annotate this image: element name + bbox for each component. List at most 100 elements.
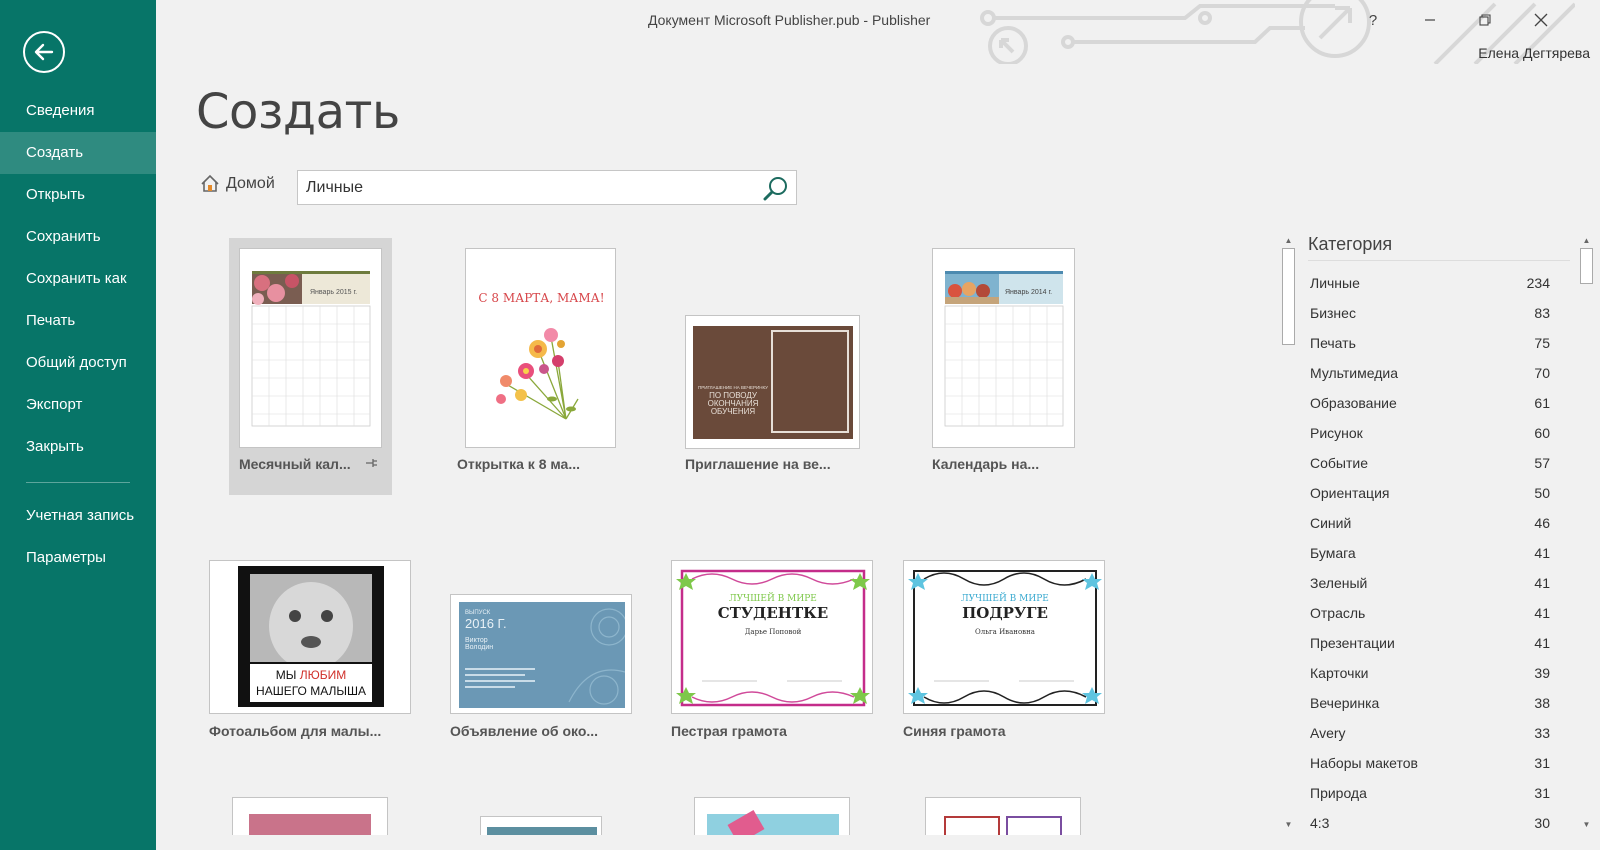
category-name: Рисунок [1310, 425, 1363, 441]
template-graduation-announcement[interactable]: ВЫПУСК 2016 Г. Виктор Володин Объявление… [450, 560, 635, 750]
user-name[interactable]: Елена Дегтярева [1478, 45, 1590, 61]
category-item[interactable]: Наборы макетов 31 [1310, 748, 1550, 778]
category-count: 234 [1526, 275, 1550, 291]
back-button[interactable] [23, 31, 65, 73]
category-count: 41 [1534, 605, 1550, 621]
category-item[interactable]: Вечеринка 38 [1310, 688, 1550, 718]
nav-account[interactable]: Учетная запись [0, 495, 156, 537]
template-partial-3[interactable] [694, 797, 850, 835]
album-text-b: ЛЮБИМ [299, 668, 347, 682]
category-item[interactable]: Природа 31 [1310, 778, 1550, 808]
nav-info[interactable]: Сведения [0, 90, 156, 132]
pin-icon[interactable] [365, 457, 378, 471]
scroll-down-arrow-icon[interactable]: ▼ [1280, 816, 1297, 832]
template-label: Объявление об око... [450, 723, 599, 739]
scroll-up-arrow-icon[interactable]: ▲ [1578, 232, 1595, 248]
template-monthly-calendar[interactable]: Январь 2015 г. Месячный кал... [229, 238, 392, 495]
help-button[interactable]: ? [1353, 6, 1393, 34]
certificate-border-graphic [676, 569, 870, 707]
category-count: 70 [1534, 365, 1550, 381]
nav-share[interactable]: Общий доступ [0, 342, 156, 384]
category-item[interactable]: Avery 33 [1310, 718, 1550, 748]
category-name: Природа [1310, 785, 1367, 801]
template-thumbnail: ЛУЧШЕЙ В МИРЕ СТУДЕНТКЕ Дарье Поповой [671, 560, 873, 714]
nav-save[interactable]: Сохранить [0, 216, 156, 258]
template-graduation-invitation[interactable]: ПРИГЛАШЕНИЕ НА ВЕЧЕРИНКУ ПО ПОВОДУ ОКОНЧ… [675, 238, 860, 495]
category-item[interactable]: Событие 57 [1310, 448, 1550, 478]
scroll-down-arrow-icon[interactable]: ▼ [1578, 816, 1595, 832]
home-link[interactable]: Домой [200, 174, 275, 193]
category-item[interactable]: Бизнес 83 [1310, 298, 1550, 328]
category-scroll-thumb[interactable] [1580, 248, 1593, 284]
category-item[interactable]: Мультимедиа 70 [1310, 358, 1550, 388]
backstage-sidebar: Сведения Создать Открыть Сохранить Сохра… [0, 0, 156, 850]
template-calendar-2014[interactable]: Январь 2014 г. Календарь на... [922, 238, 1085, 495]
template-blue-certificate[interactable]: ЛУЧШЕЙ В МИРЕ ПОДРУГЕ Ольга Ивановна Син… [903, 560, 1108, 750]
category-scrollbar[interactable]: ▲ ▼ [1578, 232, 1595, 832]
category-divider [1308, 260, 1570, 261]
template-thumbnail: С 8 МАРТА, МАМА! [465, 248, 616, 448]
nav-options[interactable]: Параметры [0, 537, 156, 579]
gallery-scrollbar[interactable]: ▲ ▼ [1280, 232, 1297, 832]
gallery-scroll-thumb[interactable] [1282, 248, 1295, 345]
template-label: Календарь на... [932, 456, 1040, 472]
nav-new[interactable]: Создать [0, 132, 156, 174]
category-name: Avery [1310, 725, 1346, 741]
category-item[interactable]: Личные 234 [1310, 268, 1550, 298]
category-item[interactable]: Презентации 41 [1310, 628, 1550, 658]
category-item[interactable]: Отрасль 41 [1310, 598, 1550, 628]
category-item[interactable]: Бумага 41 [1310, 538, 1550, 568]
invitation-line: ОБУЧЕНИЯ [710, 407, 756, 416]
category-count: 60 [1534, 425, 1550, 441]
template-partial-4[interactable] [925, 797, 1081, 835]
nav-print[interactable]: Печать [0, 300, 156, 342]
close-window-button[interactable] [1521, 6, 1561, 34]
album-text-a: МЫ [275, 668, 300, 682]
category-list: Личные 234 Бизнес 83 Печать 75 Мультимедиа 7… [1310, 268, 1550, 835]
template-partial-1[interactable] [232, 797, 388, 835]
category-item[interactable]: Печать 75 [1310, 328, 1550, 358]
category-item[interactable]: 4:3 30 [1310, 808, 1550, 835]
template-motley-certificate[interactable]: ЛУЧШЕЙ В МИРЕ СТУДЕНТКЕ Дарье Поповой Пе… [671, 560, 876, 750]
scroll-up-arrow-icon[interactable]: ▲ [1280, 232, 1297, 248]
page-title: Создать [196, 84, 400, 140]
template-thumbnail [925, 797, 1081, 835]
title-bar: Документ Microsoft Publisher.pub - Publi… [156, 0, 1600, 64]
template-partial-2[interactable] [480, 816, 602, 835]
category-item[interactable]: Ориентация 50 [1310, 478, 1550, 508]
nav-close[interactable]: Закрыть [0, 426, 156, 468]
nav-save-as[interactable]: Сохранить как [0, 258, 156, 300]
restore-button[interactable] [1465, 6, 1505, 34]
category-count: 39 [1534, 665, 1550, 681]
category-title: Категория [1308, 234, 1393, 254]
category-panel: Категория Личные 234 Бизнес 83 Печать 75 Му… [1300, 230, 1580, 835]
template-label: Приглашение на ве... [685, 456, 831, 472]
category-item[interactable]: Рисунок 60 [1310, 418, 1550, 448]
template-thumbnail: Январь 2014 г. [932, 248, 1075, 448]
template-baby-photo-album[interactable]: МЫ ЛЮБИМ НАШЕГО МАЛЫША Фотоальбом для ма… [209, 560, 414, 750]
nav-open[interactable]: Открыть [0, 174, 156, 216]
template-thumbnail [480, 816, 602, 835]
search-button[interactable] [760, 173, 792, 203]
category-name: Ориентация [1310, 485, 1390, 501]
category-item[interactable]: Образование 61 [1310, 388, 1550, 418]
minimize-button[interactable] [1410, 6, 1450, 34]
category-name: Мультимедиа [1310, 365, 1398, 381]
nav-export[interactable]: Экспорт [0, 384, 156, 426]
template-thumbnail: ПРИГЛАШЕНИЕ НА ВЕЧЕРИНКУ ПО ПОВОДУ ОКОНЧ… [685, 315, 860, 449]
calendar-thumb-graphic [251, 271, 371, 427]
certificate-line1: ЛУЧШЕЙ В МИРЕ [729, 594, 817, 604]
search-input[interactable] [298, 171, 753, 204]
baby-face-icon [250, 574, 372, 662]
category-count: 41 [1534, 635, 1550, 651]
home-icon [201, 174, 219, 192]
category-item[interactable]: Карточки 39 [1310, 658, 1550, 688]
template-label: Открытка к 8 ма... [457, 456, 580, 472]
category-name: Бизнес [1310, 305, 1356, 321]
category-item[interactable]: Зеленый 41 [1310, 568, 1550, 598]
template-march-8-card[interactable]: С 8 МАРТА, МАМА! Открытка к 8 ма... [457, 238, 620, 495]
nav-divider [26, 482, 130, 483]
category-name: Печать [1310, 335, 1356, 351]
category-item[interactable]: Синий 46 [1310, 508, 1550, 538]
home-label: Домой [226, 174, 275, 192]
